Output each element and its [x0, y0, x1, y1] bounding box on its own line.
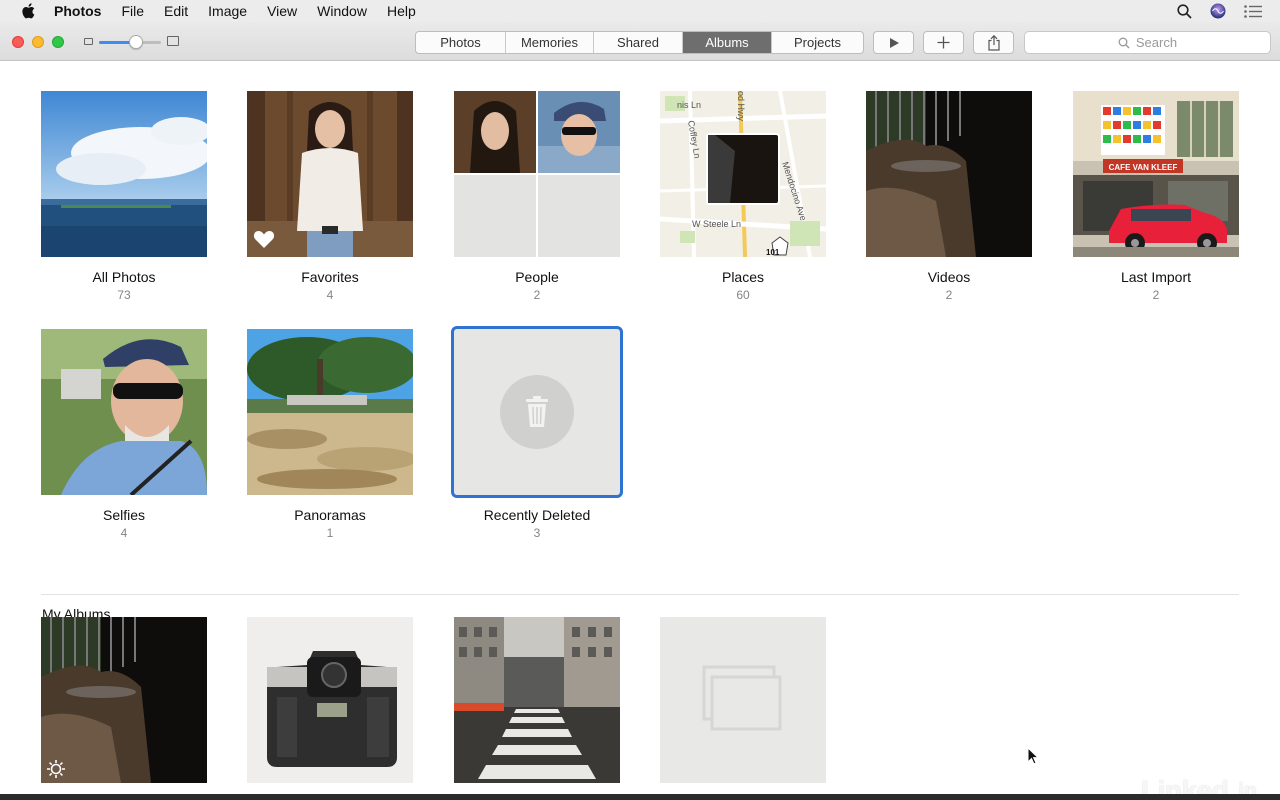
- search-field[interactable]: Search: [1024, 31, 1271, 54]
- fullscreen-window-button[interactable]: [52, 36, 64, 48]
- map-label: W Steele Ln: [692, 219, 741, 229]
- map-label: od Hwy: [736, 91, 746, 122]
- album-all-photos[interactable]: All Photos 73: [41, 91, 207, 302]
- menu-file[interactable]: File: [121, 0, 144, 22]
- slideshow-button[interactable]: [873, 31, 914, 54]
- album-count: 2: [1152, 288, 1160, 302]
- album-count: 60: [736, 288, 750, 302]
- album-videos[interactable]: Videos 2: [866, 91, 1032, 302]
- small-thumbnail-icon: [84, 38, 93, 45]
- my-album-camera[interactable]: [247, 617, 413, 783]
- album-count: 3: [533, 526, 541, 540]
- album-placeholder-icon: [702, 665, 782, 731]
- section-divider: [41, 594, 1239, 595]
- album-selfies[interactable]: Selfies 4: [41, 329, 207, 540]
- album-people[interactable]: People 2: [454, 91, 620, 302]
- album-title: Videos: [927, 269, 971, 285]
- menu-photos[interactable]: Photos: [54, 0, 101, 22]
- minimize-window-button[interactable]: [32, 36, 44, 48]
- album-favorites[interactable]: Favorites 4: [247, 91, 413, 302]
- close-window-button[interactable]: [12, 36, 24, 48]
- play-icon: [889, 37, 899, 48]
- menu-image[interactable]: Image: [208, 0, 247, 22]
- zoom-slider-knob[interactable]: [129, 35, 144, 49]
- watermark-in-box: in: [1230, 776, 1265, 794]
- album-title: All Photos: [92, 269, 156, 285]
- album-title: Recently Deleted: [483, 507, 591, 523]
- map-route-label: 101: [766, 248, 780, 257]
- tab-projects[interactable]: Projects: [772, 32, 863, 53]
- album-thumbnail[interactable]: [866, 91, 1032, 257]
- share-button[interactable]: [973, 31, 1014, 54]
- storefront-sign: CAFE VAN KLEEF: [1109, 163, 1178, 172]
- map-label: nis Ln: [677, 100, 701, 110]
- share-icon: [987, 34, 1000, 51]
- album-thumbnail[interactable]: [247, 91, 413, 257]
- zoom-slider[interactable]: [84, 34, 180, 50]
- menu-edit[interactable]: Edit: [164, 0, 188, 22]
- album-places[interactable]: nis Ln Coffey Ln od Hwy Mendocino Ave W …: [660, 91, 826, 302]
- album-thumbnail[interactable]: [41, 617, 207, 783]
- album-title: Panoramas: [294, 507, 366, 523]
- linkedin-watermark: Linked in: [1141, 775, 1265, 794]
- search-icon: [1118, 37, 1130, 48]
- album-title: Places: [721, 269, 765, 285]
- trash-icon: [500, 375, 574, 449]
- toolbar: Photos Memories Shared Albums Projects S…: [0, 22, 1280, 61]
- menu-help[interactable]: Help: [387, 0, 416, 22]
- menu-window[interactable]: Window: [317, 0, 367, 22]
- album-panoramas[interactable]: Panoramas 1: [247, 329, 413, 540]
- album-last-import[interactable]: CAFE VAN KLEEF Last Import 2: [1073, 91, 1239, 302]
- my-album-empty[interactable]: [660, 617, 826, 783]
- menu-view[interactable]: View: [267, 0, 297, 22]
- search-placeholder: Search: [1135, 35, 1178, 50]
- add-button[interactable]: [923, 31, 964, 54]
- album-thumbnail[interactable]: [41, 329, 207, 495]
- album-count: 4: [120, 526, 128, 540]
- album-thumbnail[interactable]: nis Ln Coffey Ln od Hwy Mendocino Ave W …: [660, 91, 826, 257]
- album-count: 2: [533, 288, 541, 302]
- spotlight-icon[interactable]: [1177, 3, 1192, 19]
- my-album-crosswalk[interactable]: [454, 617, 620, 783]
- photos-window: Photos Memories Shared Albums Projects S…: [0, 22, 1280, 794]
- heart-icon: [253, 231, 275, 248]
- album-thumbnail[interactable]: CAFE VAN KLEEF: [1073, 91, 1239, 257]
- album-thumbnail[interactable]: [454, 91, 620, 257]
- tab-memories[interactable]: Memories: [506, 32, 594, 53]
- notification-center-icon[interactable]: [1244, 4, 1262, 18]
- siri-icon[interactable]: [1210, 3, 1226, 19]
- album-count: 4: [326, 288, 334, 302]
- tab-photos[interactable]: Photos: [416, 32, 506, 53]
- plus-icon: [937, 36, 950, 49]
- album-recently-deleted[interactable]: Recently Deleted 3: [451, 326, 623, 540]
- album-thumbnail[interactable]: [451, 326, 623, 498]
- mouse-cursor-icon: [1027, 747, 1039, 765]
- album-thumbnail[interactable]: [454, 617, 620, 783]
- tab-shared[interactable]: Shared: [594, 32, 683, 53]
- album-title: Favorites: [301, 269, 359, 285]
- album-thumbnail[interactable]: [41, 91, 207, 257]
- album-title: Selfies: [102, 507, 146, 523]
- album-count: 73: [117, 288, 131, 302]
- view-tabs: Photos Memories Shared Albums Projects: [415, 31, 864, 54]
- menu-bar: Photos File Edit Image View Window Help: [0, 0, 1280, 22]
- album-title: People: [515, 269, 559, 285]
- album-thumbnail[interactable]: [660, 617, 826, 783]
- album-thumbnail[interactable]: [247, 617, 413, 783]
- gear-icon: [47, 760, 65, 778]
- watermark-text: Linked: [1141, 775, 1229, 794]
- album-count: 1: [326, 526, 334, 540]
- apple-menu-icon[interactable]: [18, 0, 38, 22]
- album-title: Last Import: [1120, 269, 1192, 285]
- album-count: 2: [945, 288, 953, 302]
- my-album-fountain[interactable]: [41, 617, 207, 783]
- albums-content: All Photos 73 Favorites 4 People 2 nis L…: [0, 62, 1280, 794]
- album-thumbnail[interactable]: [247, 329, 413, 495]
- tab-albums[interactable]: Albums: [683, 32, 772, 53]
- large-thumbnail-icon: [167, 36, 179, 46]
